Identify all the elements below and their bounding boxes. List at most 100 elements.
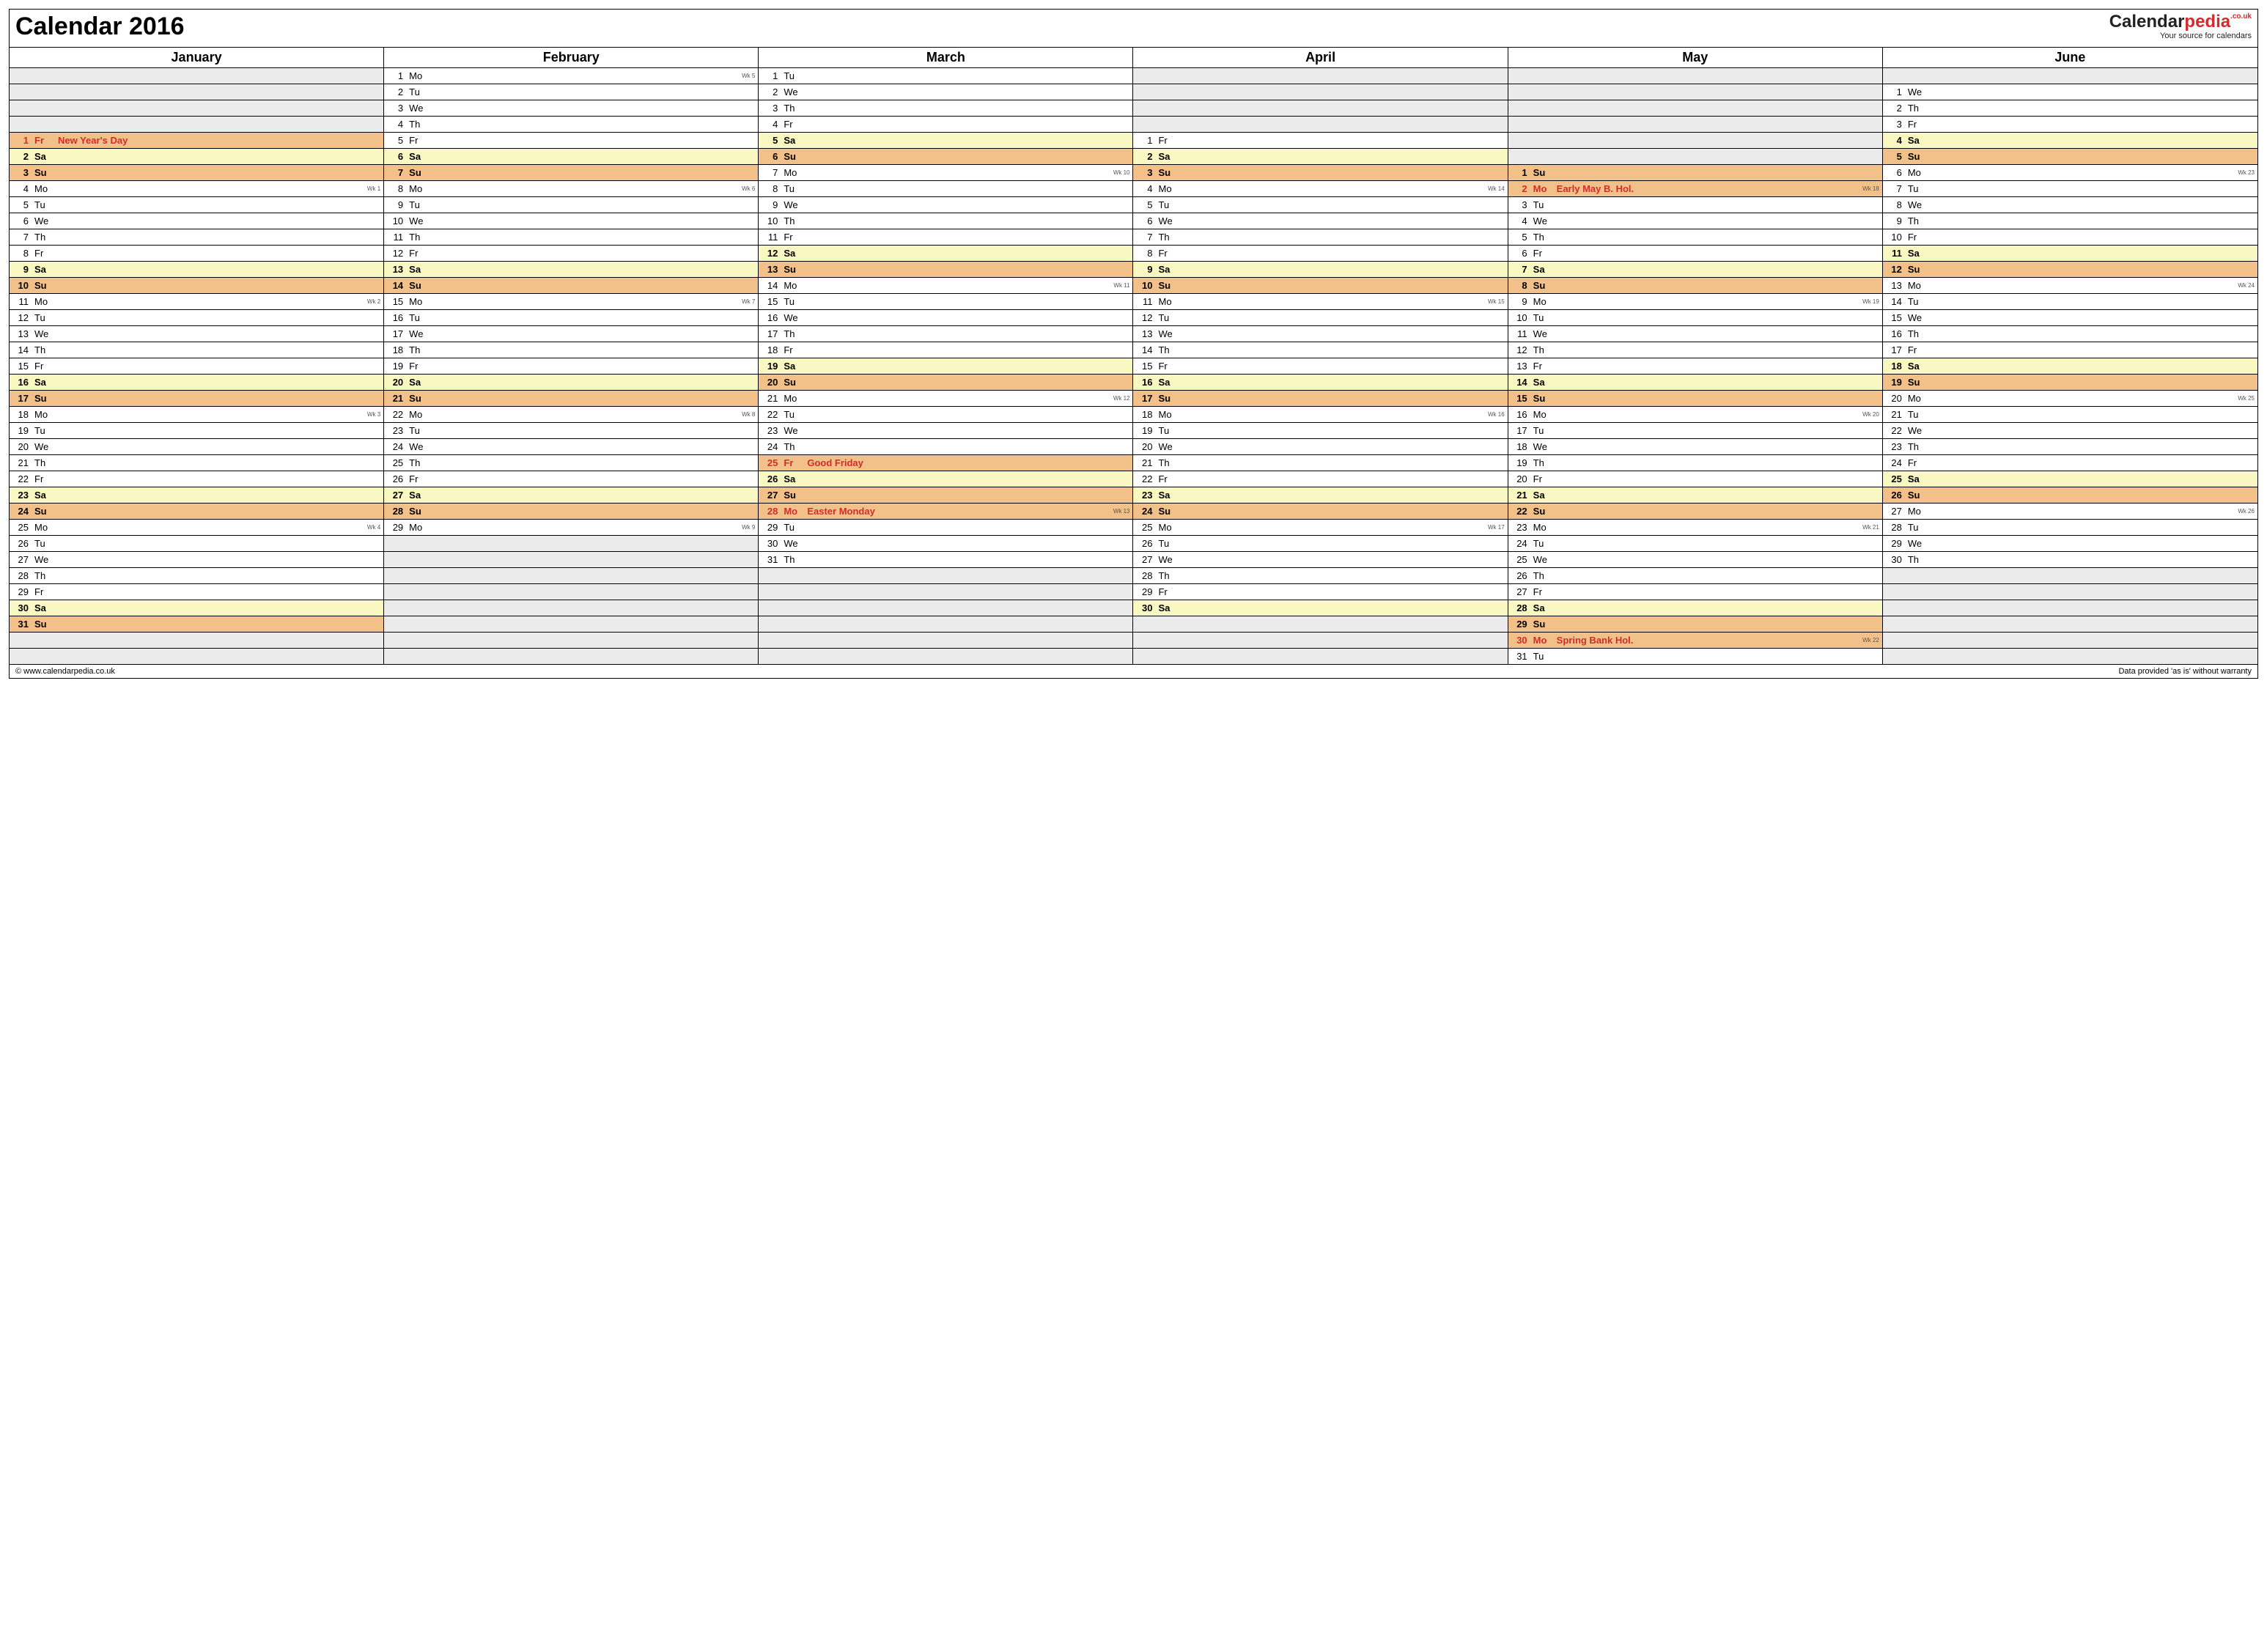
day-of-week: Mo xyxy=(1908,280,1925,291)
day-cell: 8Fr xyxy=(10,246,383,262)
day-number: 17 xyxy=(388,328,403,339)
day-number: 24 xyxy=(1887,457,1902,468)
day-number: 24 xyxy=(1513,538,1527,549)
day-cell: 12Tu xyxy=(1133,310,1507,326)
week-number: Wk 26 xyxy=(2238,508,2255,515)
day-of-week: Su xyxy=(409,393,427,404)
day-of-week: Tu xyxy=(1908,409,1925,420)
day-of-week: Su xyxy=(34,619,52,630)
blank-cell xyxy=(10,68,383,84)
day-number: 18 xyxy=(388,344,403,355)
day-cell: 18Th xyxy=(384,342,758,358)
day-number: 29 xyxy=(1513,619,1527,630)
day-number: 15 xyxy=(1138,361,1152,372)
day-cell: 24We xyxy=(384,439,758,455)
holiday-cell: 30MoSpring Bank Hol.Wk 22 xyxy=(1508,633,1882,649)
day-number: 14 xyxy=(1513,377,1527,388)
day-number: 23 xyxy=(763,425,778,436)
day-number: 1 xyxy=(763,70,778,81)
day-number: 14 xyxy=(1138,344,1152,355)
day-of-week: Mo xyxy=(1533,522,1551,533)
month-header: January xyxy=(10,48,383,68)
blank-cell xyxy=(384,552,758,568)
day-number: 30 xyxy=(1138,602,1152,613)
day-number: 8 xyxy=(1887,199,1902,210)
blank-cell xyxy=(759,649,1132,665)
day-of-week: Tu xyxy=(1158,312,1176,323)
day-cell: 12Fr xyxy=(384,246,758,262)
day-cell: 1Su xyxy=(1508,165,1882,181)
day-of-week: Sa xyxy=(409,377,427,388)
calendar-grid: January1FrNew Year's Day2Sa3Su4MoWk 15Tu… xyxy=(10,48,2257,665)
day-number: 13 xyxy=(1138,328,1152,339)
day-cell: 14Th xyxy=(1133,342,1507,358)
holiday-label: Spring Bank Hol. xyxy=(1557,635,1878,646)
day-number: 2 xyxy=(1887,103,1902,114)
day-number: 10 xyxy=(1138,280,1152,291)
day-of-week: Mo xyxy=(1908,506,1925,517)
day-of-week: Th xyxy=(784,215,801,226)
day-of-week: Th xyxy=(1908,441,1925,452)
day-cell: 25We xyxy=(1508,552,1882,568)
brand-dark: Calendar xyxy=(2109,12,2185,32)
day-cell: 26Fr xyxy=(384,471,758,487)
day-number: 2 xyxy=(388,86,403,97)
day-number: 6 xyxy=(1138,215,1152,226)
day-of-week: Su xyxy=(1908,151,1925,162)
blank-cell xyxy=(759,584,1132,600)
day-of-week: Fr xyxy=(409,361,427,372)
day-of-week: Th xyxy=(784,554,801,565)
day-number: 26 xyxy=(1887,490,1902,501)
day-of-week: Tu xyxy=(1158,199,1176,210)
day-number: 29 xyxy=(388,522,403,533)
day-number: 6 xyxy=(1887,167,1902,178)
day-number: 4 xyxy=(1513,215,1527,226)
day-cell: 15Fr xyxy=(10,358,383,375)
day-number: 29 xyxy=(1887,538,1902,549)
brand-tagline: Your source for calendars xyxy=(2109,32,2252,40)
day-of-week: Su xyxy=(1158,393,1176,404)
day-cell: 25MoWk 4 xyxy=(10,520,383,536)
day-of-week: Su xyxy=(34,280,52,291)
day-number: 24 xyxy=(763,441,778,452)
day-number: 1 xyxy=(14,135,29,146)
day-cell: 12Sa xyxy=(759,246,1132,262)
day-of-week: Fr xyxy=(34,361,52,372)
holiday-cell: 25FrGood Friday xyxy=(759,455,1132,471)
day-number: 25 xyxy=(1513,554,1527,565)
day-cell: 21MoWk 12 xyxy=(759,391,1132,407)
holiday-label: Early May B. Hol. xyxy=(1557,183,1878,194)
week-number: Wk 11 xyxy=(1113,282,1129,289)
day-of-week: Sa xyxy=(34,377,52,388)
day-cell: 13MoWk 24 xyxy=(1883,278,2257,294)
day-of-week: Su xyxy=(1158,167,1176,178)
day-cell: 3Su xyxy=(1133,165,1507,181)
day-of-week: Fr xyxy=(1533,473,1551,484)
month-header: March xyxy=(759,48,1132,68)
day-cell: 8Su xyxy=(1508,278,1882,294)
day-number: 6 xyxy=(1513,248,1527,259)
day-of-week: Su xyxy=(409,506,427,517)
brand-red: pedia xyxy=(2184,12,2230,32)
day-of-week: Fr xyxy=(1533,586,1551,597)
blank-cell xyxy=(384,568,758,584)
month-column: April1Fr2Sa3Su4MoWk 145Tu6We7Th8Fr9Sa10S… xyxy=(1133,48,1508,665)
day-of-week: We xyxy=(409,215,427,226)
day-of-week: We xyxy=(1158,215,1176,226)
day-of-week: We xyxy=(1908,312,1925,323)
day-of-week: Mo xyxy=(784,393,801,404)
day-cell: 24Su xyxy=(1133,504,1507,520)
day-of-week: Sa xyxy=(1158,151,1176,162)
week-number: Wk 13 xyxy=(1113,508,1130,515)
week-number: Wk 1 xyxy=(367,185,380,192)
day-of-week: Sa xyxy=(1158,490,1176,501)
day-cell: 15MoWk 7 xyxy=(384,294,758,310)
day-number: 19 xyxy=(14,425,29,436)
day-of-week: Th xyxy=(34,344,52,355)
day-of-week: Tu xyxy=(1158,425,1176,436)
day-number: 27 xyxy=(1138,554,1152,565)
blank-cell xyxy=(1883,568,2257,584)
day-of-week: Th xyxy=(34,457,52,468)
day-number: 22 xyxy=(763,409,778,420)
day-number: 11 xyxy=(1887,248,1902,259)
